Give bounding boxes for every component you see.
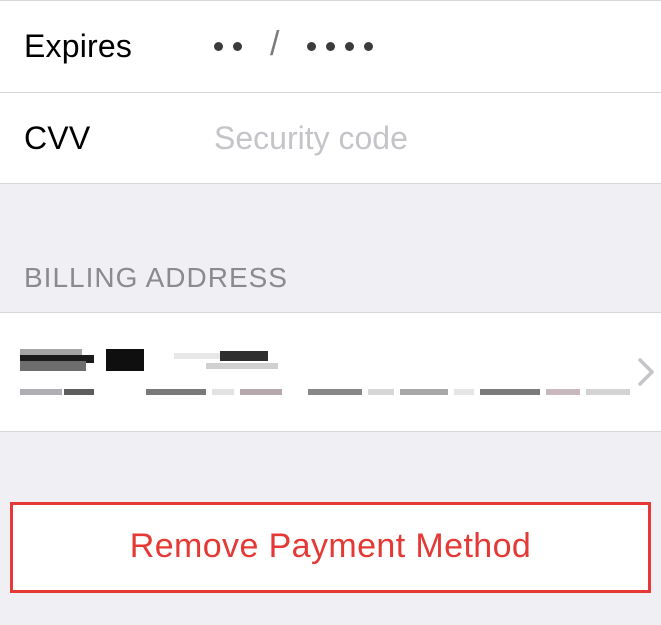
remove-payment-method-button[interactable]: Remove Payment Method: [10, 502, 651, 593]
cvv-label: CVV: [24, 120, 214, 157]
expires-year-dots: [307, 42, 373, 51]
chevron-right-icon: [638, 358, 654, 386]
payment-method-edit-screen: { "card_form": { "expires_label": "Expir…: [0, 0, 661, 623]
billing-address-section-header: BILLING ADDRESS: [0, 184, 661, 312]
expires-label: Expires: [24, 28, 214, 65]
expires-month-dots: [214, 42, 242, 51]
remove-button-container: Remove Payment Method: [0, 502, 661, 593]
expires-input[interactable]: /: [214, 27, 637, 66]
expires-row: Expires /: [0, 0, 661, 92]
billing-address-row[interactable]: [0, 312, 661, 432]
cvv-row: CVV: [0, 92, 661, 184]
cvv-input[interactable]: [214, 120, 637, 157]
billing-address-value: [20, 343, 630, 401]
spacer: [0, 432, 661, 502]
date-separator-slash: /: [270, 25, 279, 64]
card-details-group: Expires / CVV: [0, 0, 661, 184]
address-redacted-line-1: [20, 349, 630, 371]
address-redacted-line-2: [20, 389, 630, 395]
